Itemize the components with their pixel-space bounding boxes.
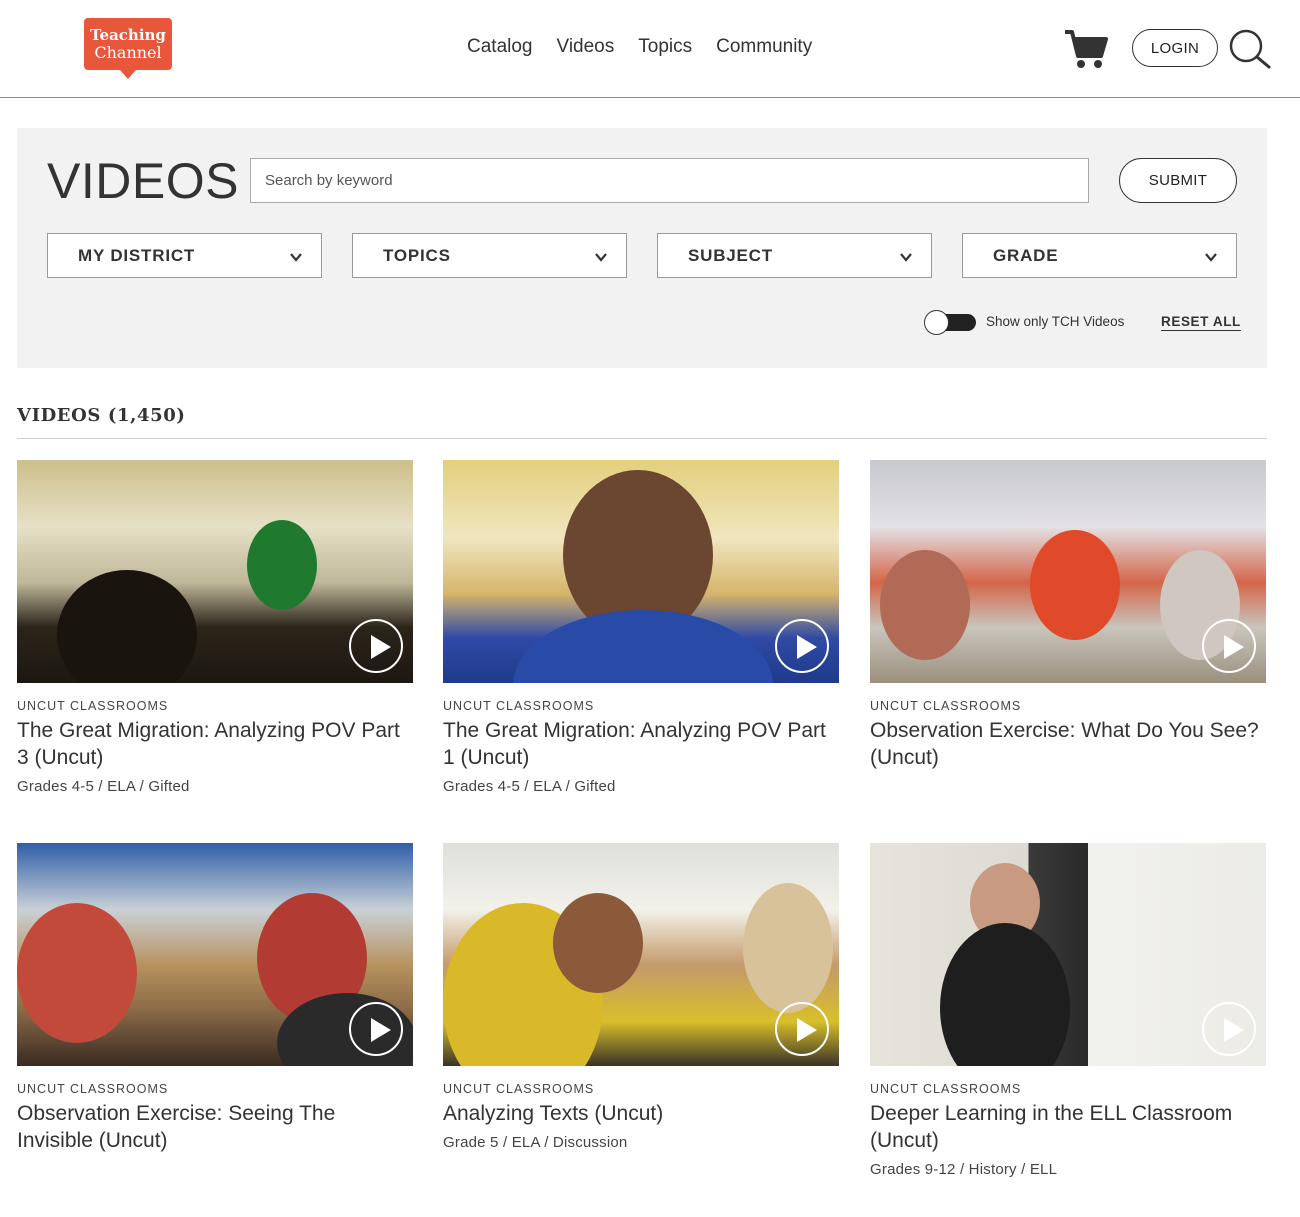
thumbnail-shape xyxy=(553,893,643,993)
play-icon[interactable] xyxy=(349,1002,403,1056)
login-button[interactable]: LOGIN xyxy=(1132,29,1218,67)
reset-all-link[interactable]: RESET ALL xyxy=(1161,314,1241,329)
card-title[interactable]: Observation Exercise: Seeing The Invisib… xyxy=(17,1100,413,1154)
nav-topics[interactable]: Topics xyxy=(638,36,692,58)
tch-only-label: Show only TCH Videos xyxy=(986,314,1125,329)
play-icon[interactable] xyxy=(775,619,829,673)
card-meta: Grade 5 / ELA / Discussion xyxy=(443,1134,628,1151)
divider xyxy=(17,438,1267,439)
play-icon[interactable] xyxy=(1202,619,1256,673)
thumbnail-shape xyxy=(880,550,970,660)
card-title[interactable]: Deeper Learning in the ELL Classroom (Un… xyxy=(870,1100,1266,1154)
nav-community[interactable]: Community xyxy=(716,36,812,58)
card-category: UNCUT CLASSROOMS xyxy=(870,699,1022,713)
video-card[interactable]: UNCUT CLASSROOMS Deeper Learning in the … xyxy=(870,843,1266,1178)
card-title[interactable]: Observation Exercise: What Do You See? (… xyxy=(870,717,1266,771)
logo-line-1: Teaching xyxy=(90,26,166,44)
toggle-knob xyxy=(924,310,949,335)
video-card[interactable]: UNCUT CLASSROOMS Observation Exercise: W… xyxy=(870,460,1266,778)
card-meta: Grades 4-5 / ELA / Gifted xyxy=(443,778,616,795)
video-thumbnail[interactable] xyxy=(870,460,1266,683)
logo-line-2: Channel xyxy=(94,43,162,62)
submit-button[interactable]: SUBMIT xyxy=(1119,158,1237,203)
video-card[interactable]: UNCUT CLASSROOMS Observation Exercise: S… xyxy=(17,843,413,1161)
video-thumbnail[interactable] xyxy=(870,843,1266,1066)
video-thumbnail[interactable] xyxy=(17,460,413,683)
card-title[interactable]: The Great Migration: Analyzing POV Part … xyxy=(443,717,839,771)
my-district-select[interactable]: MY DISTRICT xyxy=(47,233,322,278)
nav-catalog[interactable]: Catalog xyxy=(467,36,533,58)
video-card[interactable]: UNCUT CLASSROOMS The Great Migration: An… xyxy=(443,460,839,795)
card-category: UNCUT CLASSROOMS xyxy=(443,699,595,713)
card-title[interactable]: The Great Migration: Analyzing POV Part … xyxy=(17,717,413,771)
card-meta: Grades 9-12 / History / ELL xyxy=(870,1161,1058,1178)
subject-label: SUBJECT xyxy=(688,245,773,265)
results-count: VIDEOS (1,450) xyxy=(17,405,186,426)
thumbnail-shape xyxy=(940,923,1070,1066)
nav-videos[interactable]: Videos xyxy=(557,36,615,58)
card-category: UNCUT CLASSROOMS xyxy=(17,1082,169,1096)
thumbnail-shape xyxy=(1030,530,1120,640)
thumbnail-shape xyxy=(743,883,833,1013)
card-title[interactable]: Analyzing Texts (Uncut) xyxy=(443,1100,839,1127)
video-thumbnail[interactable] xyxy=(17,843,413,1066)
grade-label: GRADE xyxy=(993,245,1059,265)
teaching-channel-logo[interactable]: Teaching Channel xyxy=(84,18,172,79)
main-nav: Catalog Videos Topics Community xyxy=(467,36,812,58)
chevron-down-icon xyxy=(290,253,302,262)
card-category: UNCUT CLASSROOMS xyxy=(870,1082,1022,1096)
card-category: UNCUT CLASSROOMS xyxy=(443,1082,595,1096)
filter-panel: VIDEOS SUBMIT MY DISTRICT TOPICS SUBJECT… xyxy=(17,128,1267,368)
card-meta: Grades 4-5 / ELA / Gifted xyxy=(17,778,190,795)
play-icon[interactable] xyxy=(349,619,403,673)
video-card[interactable]: UNCUT CLASSROOMS Analyzing Texts (Uncut)… xyxy=(443,843,839,1151)
tch-only-toggle[interactable] xyxy=(924,310,976,335)
topics-select[interactable]: TOPICS xyxy=(352,233,627,278)
thumbnail-shape xyxy=(17,903,137,1043)
thumbnail-shape xyxy=(57,570,197,683)
grade-select[interactable]: GRADE xyxy=(962,233,1237,278)
chevron-down-icon xyxy=(900,253,912,262)
page-title: VIDEOS xyxy=(47,153,239,209)
my-district-label: MY DISTRICT xyxy=(78,245,196,265)
search-icon[interactable] xyxy=(1227,29,1271,69)
topics-label: TOPICS xyxy=(383,245,451,265)
thumbnail-shape xyxy=(247,520,317,610)
play-icon[interactable] xyxy=(1202,1002,1256,1056)
thumbnail-shape xyxy=(513,610,773,683)
chevron-down-icon xyxy=(595,253,607,262)
video-thumbnail[interactable] xyxy=(443,460,839,683)
play-icon[interactable] xyxy=(775,1002,829,1056)
video-thumbnail[interactable] xyxy=(443,843,839,1066)
video-card[interactable]: UNCUT CLASSROOMS The Great Migration: An… xyxy=(17,460,413,795)
subject-select[interactable]: SUBJECT xyxy=(657,233,932,278)
card-category: UNCUT CLASSROOMS xyxy=(17,699,169,713)
keyword-search-input[interactable] xyxy=(250,158,1089,203)
site-header: Teaching Channel Catalog Videos Topics C… xyxy=(0,0,1300,98)
cart-icon[interactable] xyxy=(1063,28,1109,70)
chevron-down-icon xyxy=(1205,253,1217,262)
